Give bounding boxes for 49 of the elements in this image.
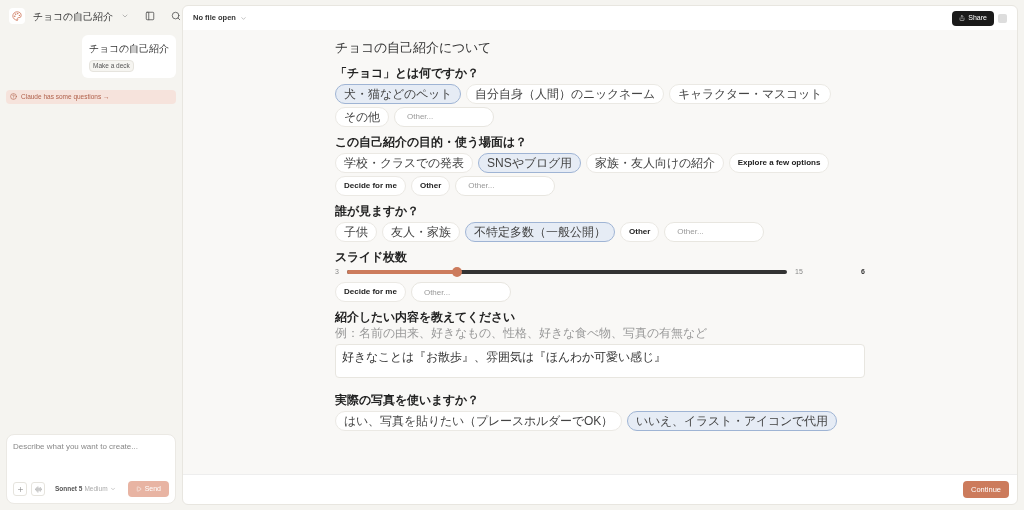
question-label: この自己紹介の目的・使う場面は？ — [335, 133, 528, 150]
prompt-field[interactable]: Describe what you want to create... — [13, 441, 169, 471]
option-chip[interactable]: その他 — [335, 106, 389, 127]
option-chip[interactable]: SNSやブログ用 — [478, 152, 581, 173]
question-label: 紹介したい内容を教えてください — [335, 309, 516, 325]
option-chip[interactable]: 家族・友人向けの紹介 — [585, 152, 724, 173]
slider-thumb[interactable] — [452, 266, 462, 277]
sidebar-icon[interactable] — [145, 11, 155, 21]
search-icon[interactable] — [171, 11, 181, 21]
option-chip[interactable]: いいえ、イラスト・アイコンで代用 — [627, 411, 838, 431]
share-icon — [959, 15, 966, 21]
other-field[interactable]: Other... — [664, 221, 765, 242]
question-label: 誰が見ますか？ — [335, 202, 420, 219]
option-chip[interactable]: Decide for me — [335, 282, 406, 302]
question-label: スライド枚数 — [335, 248, 408, 265]
other-field[interactable]: Other... — [410, 282, 511, 302]
option-chip[interactable]: Explore a few options — [728, 152, 830, 173]
audio-icon — [34, 485, 42, 493]
option-chip[interactable]: 学校・クラスでの発表 — [335, 152, 473, 173]
slider-track[interactable] — [347, 269, 787, 274]
caret-icon — [109, 486, 116, 492]
help-icon — [10, 93, 17, 101]
option-chip[interactable]: 犬・猫などのペット — [335, 83, 461, 104]
play-icon — [135, 486, 142, 492]
option-chip[interactable]: キャラクター・マスコット — [669, 83, 831, 104]
caret-icon — [239, 14, 247, 22]
voice-button[interactable] — [31, 482, 45, 496]
question-hint: 例：名前の由来、好きなもの、性格、好きな食べ物、写真の有無など — [335, 325, 708, 341]
option-chip[interactable]: 不特定多数（一般公開） — [465, 221, 615, 242]
form-title: チョコの自己紹介について — [335, 39, 492, 57]
other-field[interactable]: Other... — [455, 175, 556, 196]
project-title[interactable]: チョコの自己紹介 — [33, 8, 113, 24]
question-label: 「チョコ」とは何ですか？ — [335, 64, 480, 81]
option-chip[interactable]: 友人・家族 — [382, 221, 460, 242]
other-field[interactable]: Other... — [394, 106, 494, 127]
caret-icon[interactable] — [121, 12, 129, 20]
avatar-icon[interactable] — [998, 13, 1007, 23]
option-chip[interactable]: 自分自身（人間）のニックネーム — [466, 83, 664, 104]
plus-icon — [16, 485, 24, 493]
logo-icon[interactable] — [9, 8, 25, 24]
add-button[interactable] — [13, 482, 27, 496]
option-chip[interactable]: Decide for me — [335, 175, 406, 196]
option-chip[interactable]: Other — [620, 221, 660, 242]
answer-field[interactable]: 好きなことは『お散歩』、雰囲気は『ほんわか可愛い感じ』 — [335, 344, 865, 378]
question-label: 実際の写真を使いますか？ — [335, 392, 480, 408]
option-chip[interactable]: はい、写真を貼りたい（プレースホルダーでOK） — [335, 411, 623, 431]
message-text: チョコの自己紹介 — [89, 42, 169, 56]
option-chip[interactable]: Other — [410, 175, 451, 196]
option-chip[interactable]: 子供 — [335, 221, 377, 242]
